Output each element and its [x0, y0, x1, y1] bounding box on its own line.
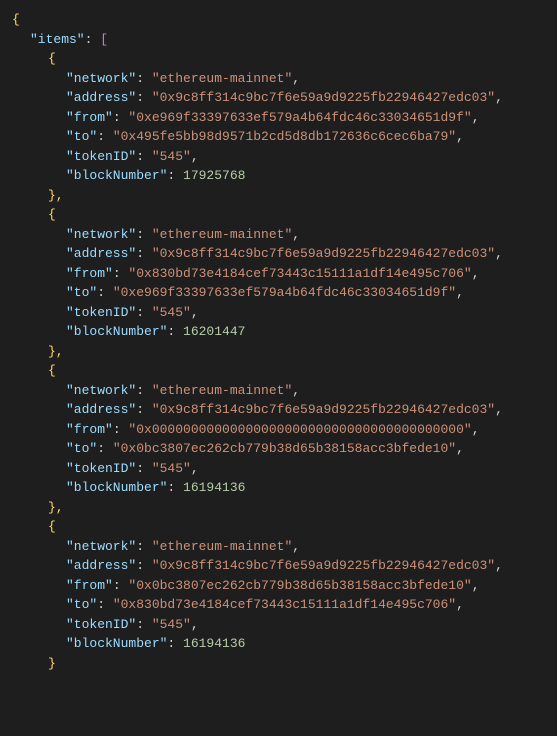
json-key: "address" — [66, 246, 136, 261]
json-key: "from" — [66, 422, 113, 437]
kv-to: "to": "0x0bc3807ec262cb779b38d65b38158ac… — [12, 439, 557, 459]
object-open: { — [12, 517, 557, 537]
array-open-bracket: [ — [100, 32, 108, 47]
json-key: "network" — [66, 539, 136, 554]
brace-token: } — [48, 656, 56, 671]
json-string: "0x0bc3807ec262cb779b38d65b38158acc3bfed… — [128, 578, 471, 593]
brace-token: { — [48, 519, 56, 534]
kv-network: "network": "ethereum-mainnet", — [12, 381, 557, 401]
json-string: "0x9c8ff314c9bc7f6e59a9d9225fb22946427ed… — [152, 90, 495, 105]
json-string: "0x0000000000000000000000000000000000000… — [128, 422, 471, 437]
kv-tokenid: "tokenID": "545", — [12, 303, 557, 323]
json-code-block: { "items": [ { "network": "ethereum-main… — [12, 10, 557, 673]
json-string: "0xe969f33397633ef579a4b64fdc46c33034651… — [128, 110, 471, 125]
json-key: "address" — [66, 90, 136, 105]
brace-token: }, — [48, 344, 64, 359]
json-key: "from" — [66, 110, 113, 125]
kv-address: "address": "0x9c8ff314c9bc7f6e59a9d9225f… — [12, 244, 557, 264]
brace-token: { — [12, 12, 20, 27]
json-string: "0x830bd73e4184cef73443c15111a1df14e495c… — [113, 597, 456, 612]
kv-from: "from": "0x00000000000000000000000000000… — [12, 420, 557, 440]
kv-tokenid: "tokenID": "545", — [12, 615, 557, 635]
json-key: "from" — [66, 578, 113, 593]
kv-blocknumber: "blockNumber": 16194136 — [12, 478, 557, 498]
kv-address: "address": "0x9c8ff314c9bc7f6e59a9d9225f… — [12, 88, 557, 108]
json-key: "tokenID" — [66, 149, 136, 164]
json-key: "from" — [66, 266, 113, 281]
kv-from: "from": "0x0bc3807ec262cb779b38d65b38158… — [12, 576, 557, 596]
object-close: }, — [12, 186, 557, 206]
json-number: 16194136 — [183, 480, 245, 495]
json-string: "0x9c8ff314c9bc7f6e59a9d9225fb22946427ed… — [152, 246, 495, 261]
json-string: "0x0bc3807ec262cb779b38d65b38158acc3bfed… — [113, 441, 456, 456]
kv-network: "network": "ethereum-mainnet", — [12, 225, 557, 245]
json-key: "blockNumber" — [66, 636, 167, 651]
kv-tokenid: "tokenID": "545", — [12, 459, 557, 479]
json-string: "545" — [152, 305, 191, 320]
kv-to: "to": "0x495fe5bb98d9571b2cd5d8db172636c… — [12, 127, 557, 147]
json-key: "tokenID" — [66, 305, 136, 320]
object-close: }, — [12, 342, 557, 362]
json-key: "network" — [66, 71, 136, 86]
items-key-line: "items": [ — [12, 30, 557, 50]
json-string: "0x9c8ff314c9bc7f6e59a9d9225fb22946427ed… — [152, 402, 495, 417]
kv-to: "to": "0x830bd73e4184cef73443c15111a1df1… — [12, 595, 557, 615]
kv-blocknumber: "blockNumber": 17925768 — [12, 166, 557, 186]
object-open: { — [12, 361, 557, 381]
json-key: "to" — [66, 597, 97, 612]
json-key: "to" — [66, 285, 97, 300]
json-string: "545" — [152, 149, 191, 164]
kv-blocknumber: "blockNumber": 16201447 — [12, 322, 557, 342]
json-key: "tokenID" — [66, 617, 136, 632]
json-string: "0x9c8ff314c9bc7f6e59a9d9225fb22946427ed… — [152, 558, 495, 573]
json-string: "ethereum-mainnet" — [152, 227, 292, 242]
json-key-items: "items" — [30, 32, 85, 47]
json-key: "address" — [66, 558, 136, 573]
kv-blocknumber: "blockNumber": 16194136 — [12, 634, 557, 654]
json-number: 16201447 — [183, 324, 245, 339]
json-key: "blockNumber" — [66, 480, 167, 495]
kv-network: "network": "ethereum-mainnet", — [12, 537, 557, 557]
json-string: "545" — [152, 461, 191, 476]
json-key: "to" — [66, 441, 97, 456]
json-key: "address" — [66, 402, 136, 417]
object-close: } — [12, 654, 557, 674]
kv-to: "to": "0xe969f33397633ef579a4b64fdc46c33… — [12, 283, 557, 303]
object-open: { — [12, 205, 557, 225]
json-string: "0xe969f33397633ef579a4b64fdc46c33034651… — [113, 285, 456, 300]
kv-from: "from": "0xe969f33397633ef579a4b64fdc46c… — [12, 108, 557, 128]
json-key: "tokenID" — [66, 461, 136, 476]
object-close: }, — [12, 498, 557, 518]
kv-from: "from": "0x830bd73e4184cef73443c15111a1d… — [12, 264, 557, 284]
json-number: 16194136 — [183, 636, 245, 651]
json-string: "ethereum-mainnet" — [152, 71, 292, 86]
json-string: "ethereum-mainnet" — [152, 383, 292, 398]
json-key: "to" — [66, 129, 97, 144]
brace-token: { — [48, 363, 56, 378]
json-string: "ethereum-mainnet" — [152, 539, 292, 554]
json-string: "0x495fe5bb98d9571b2cd5d8db172636c6cec6b… — [113, 129, 456, 144]
brace-token: { — [48, 51, 56, 66]
colon-token: : — [85, 32, 101, 47]
json-key: "network" — [66, 383, 136, 398]
object-open: { — [12, 49, 557, 69]
kv-network: "network": "ethereum-mainnet", — [12, 69, 557, 89]
kv-tokenid: "tokenID": "545", — [12, 147, 557, 167]
kv-address: "address": "0x9c8ff314c9bc7f6e59a9d9225f… — [12, 400, 557, 420]
kv-address: "address": "0x9c8ff314c9bc7f6e59a9d9225f… — [12, 556, 557, 576]
json-string: "0x830bd73e4184cef73443c15111a1df14e495c… — [128, 266, 471, 281]
json-key: "blockNumber" — [66, 324, 167, 339]
brace-token: }, — [48, 500, 64, 515]
json-number: 17925768 — [183, 168, 245, 183]
json-string: "545" — [152, 617, 191, 632]
brace-token: }, — [48, 188, 64, 203]
json-key: "blockNumber" — [66, 168, 167, 183]
brace-token: { — [48, 207, 56, 222]
root-open-brace: { — [12, 10, 557, 30]
json-key: "network" — [66, 227, 136, 242]
